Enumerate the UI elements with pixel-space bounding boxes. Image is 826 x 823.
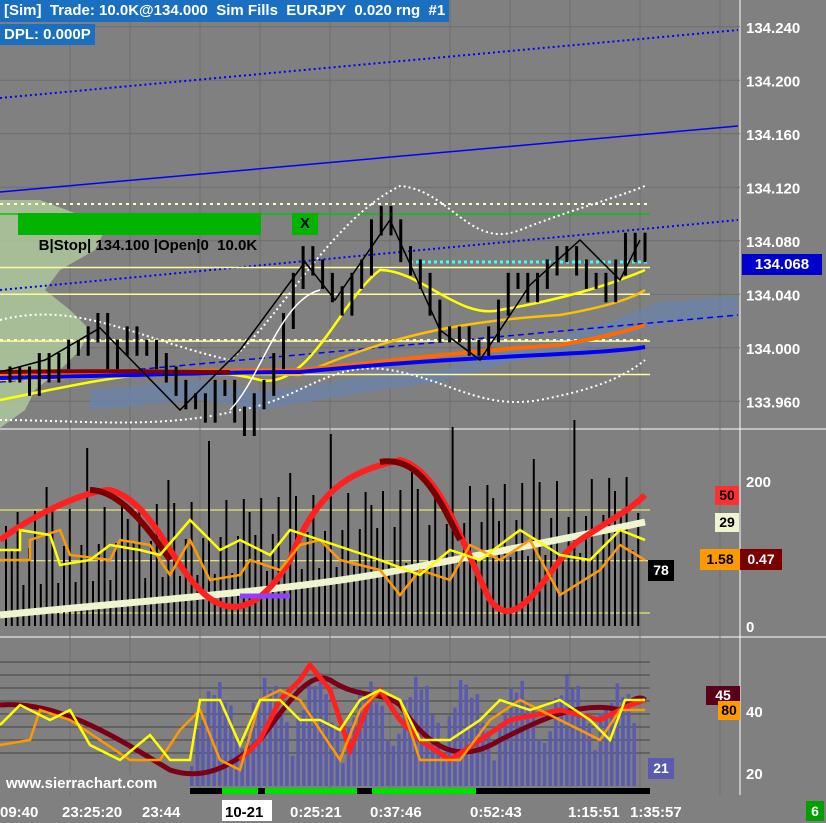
- last-price-value: 134.068: [754, 256, 810, 273]
- oscillator-bar: [268, 690, 272, 786]
- oscillator-bar: [598, 713, 603, 786]
- oscillator-bar: [290, 755, 295, 786]
- osc-badge-blue-value: 21: [653, 760, 669, 776]
- price-tick-label: 134.160: [746, 127, 800, 144]
- oscillator-bar: [565, 675, 569, 786]
- chart-canvas[interactable]: 134.240 134.200 134.160 134.120 134.080 134.0…: [0, 0, 826, 823]
- price-tick-label: 134.120: [746, 180, 800, 197]
- oscillator-bar: [201, 719, 205, 786]
- oscillator-bar: [391, 745, 396, 786]
- oscillator-bar: [341, 763, 345, 786]
- oscillator-bar: [486, 731, 491, 786]
- badge-maroon: 0.47: [740, 549, 782, 570]
- close-icon: X: [299, 215, 310, 232]
- oscillator-bar: [492, 760, 496, 786]
- time-label: 09:40: [0, 804, 38, 821]
- oscillator-bar: [285, 722, 289, 786]
- oscillator-bar: [570, 688, 575, 786]
- badge-cream-value: 29: [719, 514, 735, 530]
- badge-red: 50: [715, 486, 739, 505]
- oscillator-bar: [302, 710, 306, 786]
- badge-orange-value: 1.58: [706, 551, 734, 567]
- oscillator-bar: [374, 702, 379, 786]
- time-label: 23:25:20: [62, 804, 122, 821]
- stop-order-text: B|Stop| 134.100 |Open|0 10.0K: [38, 237, 258, 254]
- indicator-tick-label: 0: [746, 619, 754, 636]
- last-price-badge: 134.068: [742, 254, 822, 275]
- oscillator-bar: [464, 684, 468, 786]
- time-label: 0:37:46: [370, 804, 422, 821]
- corner-badge-value: 6: [811, 803, 819, 819]
- price-tick-label: 134.000: [746, 341, 800, 358]
- badge-black: 78: [648, 560, 674, 581]
- oscillator-bar: [542, 742, 547, 786]
- badge-cream: 29: [715, 513, 739, 532]
- header-line-1-text: [Sim] Trade: 10.0K@134.000 Sim Fills EUR…: [4, 2, 446, 19]
- time-label: 23:44: [142, 804, 181, 821]
- session-bar-segment: [265, 788, 357, 794]
- oscillator-bar: [548, 731, 552, 786]
- badge-black-value: 78: [653, 562, 669, 578]
- session-bar-segment: [222, 788, 258, 794]
- oscillator-bar: [380, 705, 384, 786]
- oscillator-tick-label: 40: [746, 704, 763, 721]
- oscillator-bar: [632, 723, 636, 786]
- oscillator-bar: [520, 680, 524, 786]
- price-tick-label: 134.080: [746, 234, 800, 251]
- time-label: 1:35:57: [630, 804, 682, 821]
- oscillator-bar: [313, 685, 317, 786]
- oscillator-bar: [537, 739, 541, 786]
- header-line-1: [Sim] Trade: 10.0K@134.000 Sim Fills EUR…: [0, 0, 450, 22]
- oscillator-bar: [593, 750, 597, 786]
- watermark-text: www.sierrachart.com: [6, 775, 158, 792]
- oscillator-bar: [195, 728, 200, 786]
- stop-order-label[interactable]: B|Stop| 134.100 |Open|0 10.0K: [18, 213, 262, 254]
- badge-orange: 1.58: [700, 549, 740, 570]
- oscillator-tick-label: 20: [746, 766, 763, 783]
- oscillator-bar: [307, 681, 312, 786]
- chart-window: 134.240 134.200 134.160 134.120 134.080 134.0…: [0, 0, 826, 823]
- time-label: 1:15:51: [568, 804, 620, 821]
- oscillator-bar: [582, 714, 586, 786]
- oscillator-bar: [279, 713, 284, 786]
- price-tick-label: 133.960: [746, 394, 800, 411]
- time-label: 10-21: [225, 804, 263, 821]
- time-label: 0:52:43: [470, 804, 522, 821]
- indicator-tick-label: 200: [746, 474, 771, 491]
- oscillator-bar: [498, 723, 502, 786]
- background: [0, 0, 826, 823]
- oscillator-bar: [615, 683, 620, 786]
- badge-maroon-value: 0.47: [747, 551, 775, 567]
- oscillator-bar: [330, 722, 334, 786]
- price-tick-label: 134.240: [746, 20, 800, 37]
- corner-badge: 6: [806, 801, 824, 821]
- oscillator-bar: [296, 718, 300, 786]
- cancel-order-button[interactable]: X: [292, 213, 318, 235]
- oscillator-bar: [229, 705, 233, 786]
- oscillator-bar: [576, 685, 580, 786]
- time-label: 0:25:21: [290, 804, 342, 821]
- price-tick-label: 134.200: [746, 73, 800, 90]
- price-tick-label: 134.040: [746, 287, 800, 304]
- ema-maroon: [0, 369, 231, 374]
- osc-badge-orange-value: 80: [721, 702, 737, 718]
- oscillator-bar: [453, 707, 457, 786]
- header-line-2: DPL: 0.000P: [0, 24, 95, 45]
- oscillator-bar: [408, 697, 412, 786]
- session-bar-segment: [372, 788, 476, 794]
- osc-badge-orange: 80: [718, 701, 740, 720]
- header-line-2-text: DPL: 0.000P: [4, 26, 91, 43]
- osc-badge-blue: 21: [648, 758, 674, 779]
- badge-red-value: 50: [719, 487, 735, 503]
- grid: [0, 0, 826, 823]
- oscillator-bar: [397, 733, 401, 786]
- watermark: www.sierrachart.com: [4, 775, 160, 792]
- oscillator-bar: [386, 739, 390, 786]
